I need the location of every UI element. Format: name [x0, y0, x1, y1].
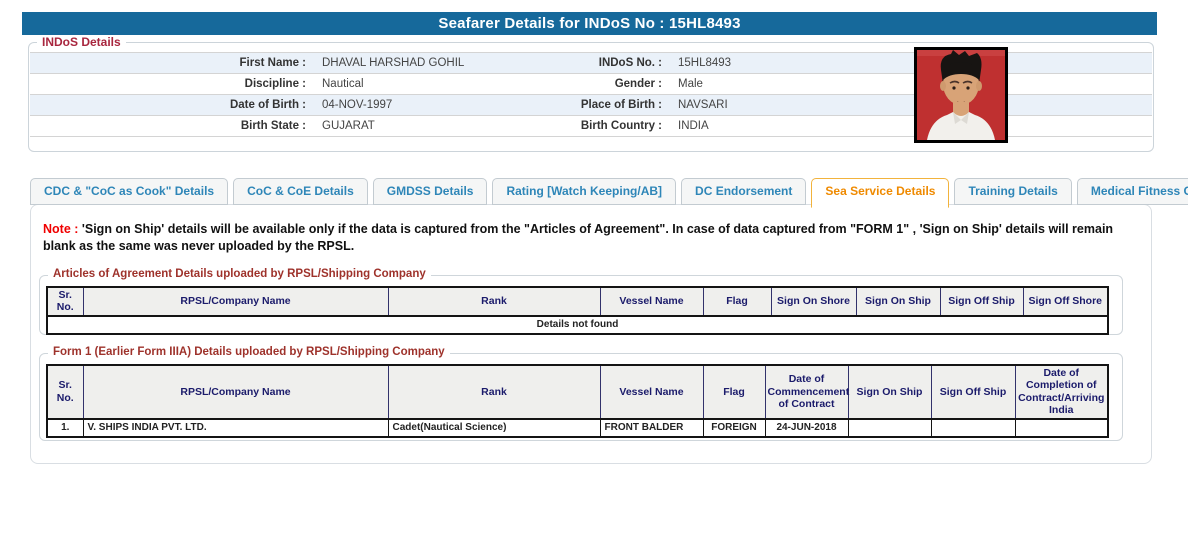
- sign-on-ship-note: Note : 'Sign on Ship' details will be av…: [43, 221, 1135, 254]
- seafarer-details-page: Seafarer Details for INDoS No : 15HL8493…: [0, 0, 1188, 550]
- form1-cell-commencement: 24-JUN-2018: [764, 418, 849, 437]
- form1-col-commencement: Date of Commencement of Contract: [764, 364, 849, 420]
- tab-coc-coe[interactable]: CoC & CoE Details: [233, 178, 368, 205]
- form1-cell-company: V. SHIPS INDIA PVT. LTD.: [82, 418, 389, 437]
- note-body: 'Sign on Ship' details will be available…: [43, 222, 1114, 253]
- tab-sea-service-details[interactable]: Sea Service Details: [811, 178, 950, 208]
- discipline-value: Nautical: [322, 78, 364, 90]
- form1-col-vessel: Vessel Name: [599, 364, 704, 420]
- birth-state-label: Birth State :: [240, 120, 306, 132]
- details-tab-bar: CDC & "CoC as Cook" Details CoC & CoE De…: [30, 178, 1188, 208]
- birth-country-label: Birth Country :: [580, 120, 662, 132]
- articles-of-agreement-panel: Articles of Agreement Details uploaded b…: [39, 268, 1123, 335]
- discipline-label: Discipline :: [244, 78, 306, 90]
- aoa-col-company: RPSL/Company Name: [82, 286, 389, 317]
- form1-col-flag: Flag: [702, 364, 766, 420]
- form1-table: Sr. No. RPSL/Company Name Rank Vessel Na…: [46, 364, 1109, 438]
- indos-details-legend: INDoS Details: [37, 35, 126, 49]
- indos-details-panel: INDoS Details First Name : DHAVAL HARSHA…: [28, 35, 1154, 152]
- sea-service-content: Note : 'Sign on Ship' details will be av…: [30, 204, 1152, 464]
- aoa-col-flag: Flag: [702, 286, 772, 317]
- form1-cell-vessel: FRONT BALDER: [599, 418, 704, 437]
- note-prefix: Note :: [43, 222, 79, 236]
- indos-no-value: 15HL8493: [678, 57, 732, 69]
- date-of-birth-value: 04-NOV-1997: [322, 99, 393, 111]
- form1-cell-flag: FOREIGN: [702, 418, 766, 437]
- tab-training-details[interactable]: Training Details: [954, 178, 1072, 205]
- form1-col-completion: Date of Completion of Contract/Arriving …: [1014, 364, 1109, 420]
- seafarer-photo: [914, 47, 1008, 143]
- aoa-col-rank: Rank: [387, 286, 601, 317]
- form1-col-company: RPSL/Company Name: [82, 364, 389, 420]
- form1-col-rank: Rank: [387, 364, 601, 420]
- page-title: Seafarer Details for INDoS No : 15HL8493: [22, 12, 1157, 35]
- tab-dc-endorsement[interactable]: DC Endorsement: [681, 178, 807, 205]
- date-of-birth-label: Date of Birth :: [229, 99, 306, 111]
- aoa-col-sign-off-shore: Sign Off Shore: [1022, 286, 1109, 317]
- form1-col-sign-off-ship: Sign Off Ship: [930, 364, 1016, 420]
- aoa-col-sign-on-shore: Sign On Shore: [770, 286, 857, 317]
- form1-header-row: Sr. No. RPSL/Company Name Rank Vessel Na…: [46, 364, 1109, 420]
- gender-label: Gender :: [614, 78, 662, 90]
- form1-cell-completion: [1014, 418, 1109, 437]
- aoa-col-sign-off-ship: Sign Off Ship: [939, 286, 1024, 317]
- form1-col-sr-no: Sr. No.: [46, 364, 84, 420]
- tab-gmdss[interactable]: GMDSS Details: [372, 178, 488, 205]
- aoa-col-vessel: Vessel Name: [599, 286, 704, 317]
- place-of-birth-label: Place of Birth :: [580, 99, 662, 111]
- articles-of-agreement-table: Sr. No. RPSL/Company Name Rank Vessel Na…: [46, 286, 1109, 335]
- gender-value: Male: [678, 78, 703, 90]
- form1-cell-sr-no: 1.: [46, 418, 84, 437]
- form1-col-sign-on-ship: Sign On Ship: [847, 364, 932, 420]
- aoa-col-sign-on-ship: Sign On Ship: [855, 286, 941, 317]
- first-name-label: First Name :: [239, 57, 306, 69]
- articles-of-agreement-legend: Articles of Agreement Details uploaded b…: [48, 268, 431, 280]
- aoa-empty-row: Details not found: [46, 315, 1109, 335]
- form1-legend: Form 1 (Earlier Form IIIA) Details uploa…: [48, 346, 450, 358]
- birth-country-value: INDIA: [678, 120, 709, 132]
- tab-rating-watchkeeping[interactable]: Rating [Watch Keeping/AB]: [492, 178, 677, 205]
- indos-no-label: INDoS No. :: [598, 57, 662, 69]
- tab-medical-fitness[interactable]: Medical Fitness Certificate: [1076, 178, 1188, 205]
- first-name-value: DHAVAL HARSHAD GOHIL: [322, 57, 465, 69]
- details-not-found-message: Details not found: [46, 315, 1109, 335]
- form1-panel: Form 1 (Earlier Form IIIA) Details uploa…: [39, 346, 1123, 441]
- form1-cell-sign-on-ship: [847, 418, 932, 437]
- aoa-header-row: Sr. No. RPSL/Company Name Rank Vessel Na…: [46, 286, 1109, 317]
- form1-cell-sign-off-ship: [930, 418, 1016, 437]
- form1-cell-rank: Cadet(Nautical Science): [387, 418, 601, 437]
- place-of-birth-value: NAVSARI: [678, 99, 728, 111]
- birth-state-value: GUJARAT: [322, 120, 375, 132]
- aoa-col-sr-no: Sr. No.: [46, 286, 84, 317]
- tab-cdc-coc-as-cook[interactable]: CDC & "CoC as Cook" Details: [30, 178, 229, 205]
- form1-data-row: 1. V. SHIPS INDIA PVT. LTD. Cadet(Nautic…: [46, 418, 1109, 437]
